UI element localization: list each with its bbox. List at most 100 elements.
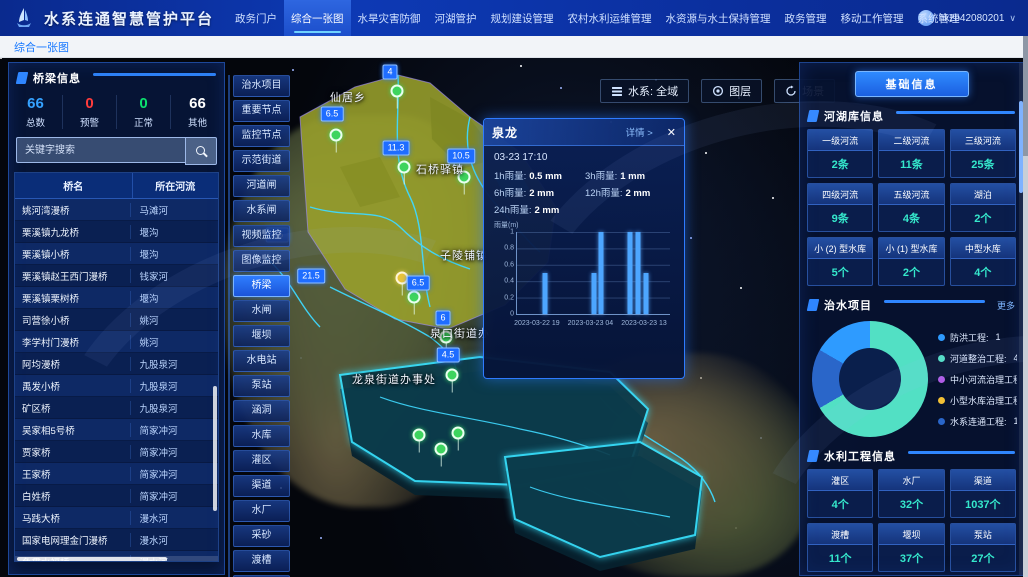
table-row[interactable]: 王家桥 简家冲河 [15, 463, 218, 485]
search-button[interactable] [185, 137, 217, 165]
nav-item[interactable]: 河湖管护 [428, 0, 484, 36]
nav-item[interactable]: 规划建设管理 [484, 0, 561, 36]
layer-menu-item[interactable]: 渡槽 [233, 550, 290, 572]
layer-menu-item[interactable]: 涵洞 [233, 400, 290, 422]
layers-button[interactable]: 图层 [701, 79, 762, 103]
table-row[interactable]: 栗溪镇小桥 堰沟 [15, 243, 218, 265]
stat-card[interactable]: 小 (2) 型水库 5个 [807, 237, 873, 286]
nav-item[interactable]: 移动工作管理 [834, 0, 911, 36]
table-vertical-scrollbar[interactable] [213, 386, 217, 511]
layer-menu-item[interactable]: 图像监控 [233, 250, 290, 272]
page-scrollbar[interactable] [1023, 36, 1028, 577]
stat-card[interactable]: 四级河流 9条 [807, 183, 873, 232]
stat-card[interactable]: 堰坝 37个 [878, 523, 944, 572]
stat-card[interactable]: 小 (1) 型水库 2个 [878, 237, 944, 286]
layer-menu-item[interactable]: 泵站 [233, 375, 290, 397]
station-badge[interactable]: 4.5 [437, 348, 460, 363]
station-badge[interactable]: 6 [435, 311, 450, 326]
table-row[interactable]: 白姓桥 简家冲河 [15, 485, 218, 507]
layer-menu-item[interactable]: 灌区 [233, 450, 290, 472]
station-badge[interactable]: 4 [382, 65, 397, 80]
layer-menu-item[interactable]: 渠道 [233, 475, 290, 497]
table-row[interactable]: 禹发小桥 九股泉河 [15, 375, 218, 397]
map-pin[interactable] [413, 429, 426, 442]
basic-info-button[interactable]: 基础信息 [855, 71, 969, 97]
works-cards: 灌区 4个 水厂 32个 渠道 1037个 渡槽 11个 堰坝 37个 泵站 2… [800, 468, 1023, 576]
rain-bar [643, 273, 648, 314]
legend-item: 中小河流治理工程 0 [938, 373, 1017, 386]
table-row[interactable]: 栗溪镇九龙桥 堰沟 [15, 221, 218, 243]
layer-menu-item[interactable]: 堰坝 [233, 325, 290, 347]
map-pin[interactable] [330, 129, 343, 142]
map-pin[interactable] [408, 291, 421, 304]
table-row[interactable]: 马践大桥 漫水河 [15, 507, 218, 529]
nav-item[interactable]: 水旱灾害防御 [351, 0, 428, 36]
station-badge[interactable]: 11.3 [383, 141, 410, 156]
nav-item[interactable]: 系统管理 [911, 0, 967, 36]
close-icon[interactable]: ✕ [667, 126, 676, 139]
bridge-stat: 66 总数 [9, 95, 62, 129]
stat-card[interactable]: 渡槽 11个 [807, 523, 873, 572]
stat-card[interactable]: 二级河流 11条 [878, 129, 944, 178]
layer-menu-item[interactable]: 水系闸 [233, 200, 290, 222]
table-row[interactable]: 姚河湾漫桥 马滩河 [15, 199, 218, 221]
stat-card[interactable]: 泵站 27个 [950, 523, 1016, 572]
page-scrollbar-thumb[interactable] [1023, 36, 1028, 156]
layer-menu-item[interactable]: 采砂 [233, 525, 290, 547]
nav-item[interactable]: 政务门户 [228, 0, 284, 36]
watersystem-scope-button[interactable]: 水系: 全域 [600, 79, 689, 103]
search-input[interactable] [16, 137, 185, 163]
table-row[interactable]: 栗溪镇栗树桥 堰沟 [15, 287, 218, 309]
more-link[interactable]: 更多 [997, 299, 1015, 312]
layer-menu-item[interactable]: 重要节点 [233, 100, 290, 122]
stat-card[interactable]: 灌区 4个 [807, 469, 873, 518]
legend-item: 水系连通工程 1 [938, 415, 1017, 428]
table-row[interactable]: 栗溪镇赵王西门漫桥 钱家河 [15, 265, 218, 287]
stat-card[interactable]: 中型水库 4个 [950, 237, 1016, 286]
main-area: 仙居乡 石桥驿镇 子陵铺镇 泉口街道办 龙泉街道办事处 46.511.310.5… [0, 57, 1028, 577]
table-row[interactable]: 矿区桥 九股泉河 [15, 397, 218, 419]
layer-menu-item[interactable]: 桥梁 [233, 275, 290, 297]
table-row[interactable]: 吴家相5号桥 简家冲河 [15, 419, 218, 441]
map-pin[interactable] [452, 427, 465, 440]
table-row[interactable]: 国家电网理金门漫桥 漫水河 [15, 529, 218, 551]
layer-menu-item[interactable]: 治水项目 [233, 75, 290, 97]
station-badge[interactable]: 6.5 [407, 276, 430, 291]
station-badge[interactable]: 21.5 [297, 269, 325, 284]
layer-menu-item[interactable]: 水电站 [233, 350, 290, 372]
stat-card[interactable]: 一级河流 2条 [807, 129, 873, 178]
stat-card[interactable]: 湖泊 2个 [950, 183, 1016, 232]
nav-item[interactable]: 农村水利运维管理 [561, 0, 659, 36]
stat-card[interactable]: 五级河流 4条 [878, 183, 944, 232]
nav-item[interactable]: 综合一张图 [284, 0, 351, 36]
map-pin[interactable] [435, 443, 448, 456]
nav-item[interactable]: 政务管理 [778, 0, 834, 36]
layer-menu-item[interactable]: 示范街道 [233, 150, 290, 172]
breadcrumb[interactable]: 综合一张图 [0, 39, 69, 55]
layer-menu-item[interactable]: 河道闸 [233, 175, 290, 197]
stat-card[interactable]: 三级河流 25条 [950, 129, 1016, 178]
table-row[interactable]: 司营徐小桥 姚河 [15, 309, 218, 331]
detail-link[interactable]: 详情 > [626, 125, 653, 139]
layer-menu-item[interactable]: 水库 [233, 425, 290, 447]
layer-menu-item[interactable]: 水闸 [233, 300, 290, 322]
map-pin[interactable] [391, 85, 404, 98]
nav-item[interactable]: 水资源与水土保持管理 [659, 0, 778, 36]
stat-card[interactable]: 渠道 1037个 [950, 469, 1016, 518]
legend-dot [938, 334, 945, 341]
map-pin[interactable] [446, 369, 459, 382]
col-river: 所在河流 [132, 173, 218, 198]
station-badge[interactable]: 6.5 [321, 107, 344, 122]
map-pin[interactable] [398, 161, 411, 174]
stat-card[interactable]: 水厂 32个 [878, 469, 944, 518]
layer-menu-item[interactable]: 视频监控 [233, 225, 290, 247]
station-badge[interactable]: 10.5 [447, 149, 475, 164]
layer-menu-item[interactable]: 监控节点 [233, 125, 290, 147]
table-row[interactable]: 李学村门漫桥 姚河 [15, 331, 218, 353]
x-tick: 2023-03-22 19 [514, 320, 560, 327]
nav-menu: 政务门户 综合一张图 水旱灾害防御 河湖管护 规划建设管理 农村水利运维管理 水… [228, 0, 918, 36]
layer-menu-item[interactable]: 水厂 [233, 500, 290, 522]
table-horizontal-scrollbar[interactable] [17, 557, 167, 561]
table-row[interactable]: 阿均漫桥 九股泉河 [15, 353, 218, 375]
table-row[interactable]: 贾家桥 简家冲河 [15, 441, 218, 463]
